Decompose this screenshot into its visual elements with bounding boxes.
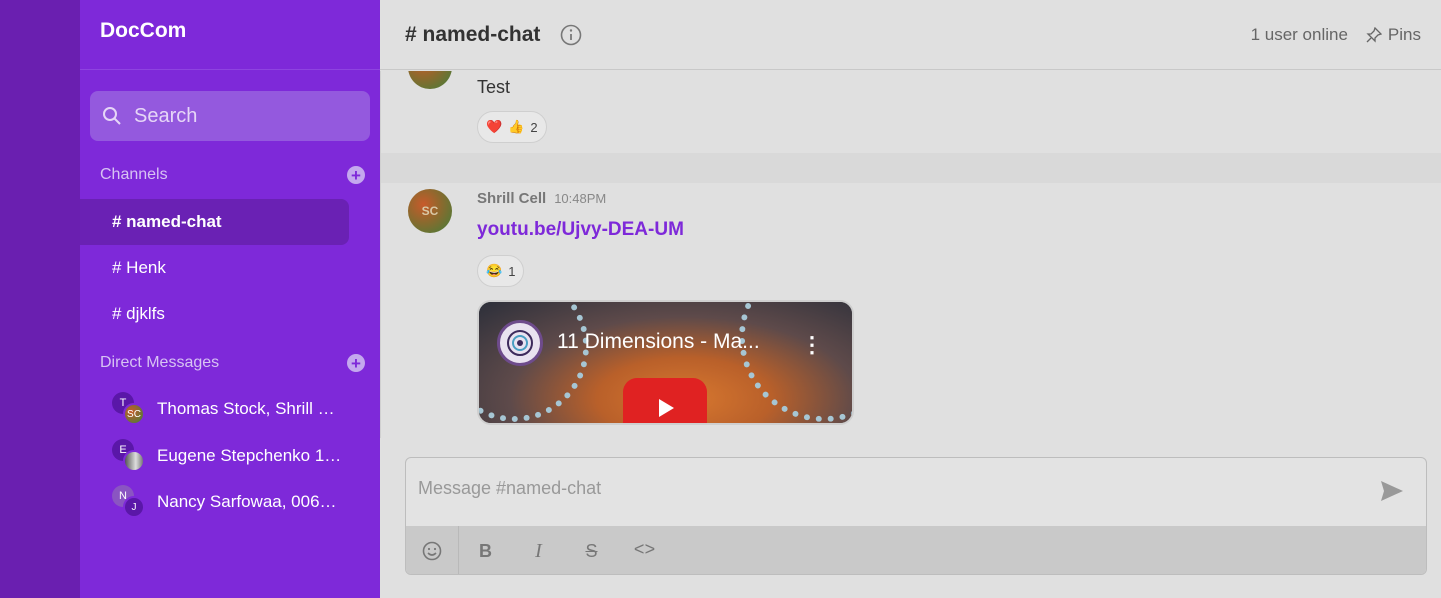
strikethrough-button[interactable]: S: [565, 526, 618, 574]
author-name: Shrill Cell: [477, 190, 547, 207]
avatar: E: [112, 439, 146, 473]
message-divider: [381, 153, 1441, 183]
reaction-count: 1: [508, 263, 516, 279]
dm-label: Nancy Sarfowaa, 006…: [157, 492, 337, 511]
avatar-photo: [123, 450, 145, 472]
heart-emoji-icon: ❤️: [486, 119, 503, 134]
search-input[interactable]: Search: [90, 91, 370, 141]
play-icon: [659, 399, 674, 417]
italic-button[interactable]: I: [512, 526, 565, 574]
sidebar-item-djklfs[interactable]: # djklfs: [80, 291, 349, 337]
dm-item-thomas-stock[interactable]: T SC Thomas Stock, Shrill …: [112, 389, 362, 429]
reaction-pill[interactable]: ❤️ 👍 2: [477, 111, 547, 143]
message-author: Shrill Cell 10:48PM: [477, 190, 606, 207]
channel-logo-icon: [497, 320, 543, 366]
thumbs-up-emoji-icon: 👍: [508, 119, 525, 134]
avatar: SC: [408, 71, 452, 89]
pins-button[interactable]: Pins: [1366, 25, 1421, 45]
brand-title: DocCom: [80, 0, 380, 70]
more-options-icon[interactable]: ⋮: [801, 332, 823, 358]
message-time: 10:48PM: [554, 191, 607, 206]
dm-label: Thomas Stock, Shrill …: [157, 399, 335, 418]
channels-section-header: Channels +: [100, 166, 365, 184]
avatar-initial-secondary: J: [123, 496, 145, 518]
channel-label: # Henk: [112, 258, 166, 277]
dm-item-nancy-sarfowaa[interactable]: N J Nancy Sarfowaa, 006…: [112, 482, 362, 522]
reaction-pill[interactable]: 😂 1: [477, 255, 525, 287]
avatar: SC: [408, 189, 452, 233]
dm-heading: Direct Messages: [100, 354, 220, 371]
info-icon[interactable]: [560, 24, 582, 46]
search-icon: [103, 107, 121, 125]
reaction-count: 2: [530, 119, 538, 135]
dm-label: Eugene Stepchenko 1…: [157, 446, 342, 465]
chat-main: # named-chat 1 user online Pins SC Test …: [380, 0, 1441, 598]
page-title: # named-chat: [405, 22, 541, 46]
channel-label: # named-chat: [112, 212, 222, 231]
add-dm-icon[interactable]: +: [347, 354, 365, 372]
play-button[interactable]: [623, 378, 707, 423]
laughing-emoji-icon: 😂: [486, 263, 503, 278]
online-count: 1 user online: [1250, 24, 1348, 44]
message-input[interactable]: Message #named-chat: [406, 458, 1426, 526]
sidebar-item-named-chat[interactable]: # named-chat: [80, 199, 349, 245]
channel-label: # djklfs: [112, 304, 165, 323]
avatar: T SC: [112, 392, 146, 426]
pins-label: Pins: [1387, 24, 1421, 44]
chat-header: # named-chat 1 user online Pins: [380, 0, 1441, 70]
sidebar-item-henk[interactable]: # Henk: [80, 245, 349, 291]
dm-item-eugene-stepchenko[interactable]: E Eugene Stepchenko 1…: [112, 436, 362, 476]
channels-heading: Channels: [100, 166, 168, 183]
code-button[interactable]: <>: [618, 526, 671, 574]
avatar-initial-secondary: SC: [123, 403, 145, 425]
reactions-row: 😂 1: [477, 255, 525, 287]
send-icon[interactable]: [1380, 480, 1404, 507]
formatting-toolbar: B I S <>: [406, 526, 1426, 574]
message-text: Test: [477, 77, 511, 97]
pin-icon: [1366, 26, 1382, 43]
workspace-rail: [0, 0, 80, 598]
emoji-icon[interactable]: [406, 526, 459, 574]
video-embed[interactable]: 11 Dimensions - Ma... ⋮: [477, 300, 854, 425]
bold-button[interactable]: B: [459, 526, 512, 574]
dm-section-header: Direct Messages +: [100, 354, 365, 372]
message-composer: Message #named-chat B I S <>: [405, 457, 1427, 575]
message-link[interactable]: youtu.be/Ujvy-DEA-UM: [477, 219, 684, 241]
add-channel-icon[interactable]: +: [347, 166, 365, 184]
search-placeholder: Search: [134, 104, 198, 127]
sidebar: DocCom Search Channels + # named-chat # …: [80, 0, 380, 598]
message-list: SC Test ❤️ 👍 2 SC Shrill Cell 10:48PM you…: [380, 71, 1441, 438]
reactions-row: ❤️ 👍 2: [477, 111, 547, 143]
video-title: 11 Dimensions - Ma...: [557, 330, 760, 353]
avatar: N J: [112, 485, 146, 519]
